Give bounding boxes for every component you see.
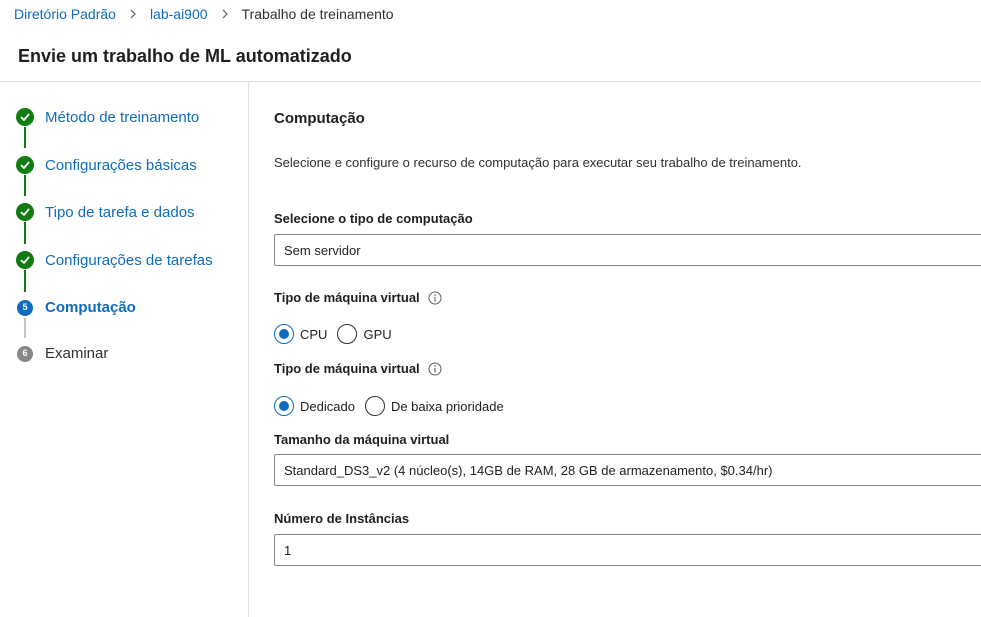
step-connector bbox=[24, 318, 26, 338]
step-task-type-data[interactable]: Tipo de tarefa e dados bbox=[16, 203, 195, 221]
radio-label: De baixa prioridade bbox=[390, 398, 504, 414]
vm-type-radio-group: CPU GPU bbox=[274, 324, 402, 344]
vm-tier-label-text: Tipo de máquina virtual bbox=[274, 361, 420, 376]
instances-label: Número de Instâncias bbox=[274, 511, 410, 526]
info-icon[interactable] bbox=[428, 291, 442, 305]
step-task-settings[interactable]: Configurações de tarefas bbox=[16, 251, 213, 269]
breadcrumb-item-directory[interactable]: Diretório Padrão bbox=[14, 6, 116, 22]
vm-type-label: Tipo de máquina virtual bbox=[274, 290, 442, 305]
step-label: Configurações básicas bbox=[45, 156, 197, 174]
checkmark-icon bbox=[16, 108, 34, 126]
instances-input[interactable]: 1 bbox=[274, 534, 981, 566]
step-connector bbox=[24, 222, 26, 244]
step-number-badge: 6 bbox=[17, 345, 33, 362]
wizard-steps: Método de treinamento Configurações bási… bbox=[0, 82, 249, 617]
radio-button bbox=[337, 324, 358, 344]
step-number-badge: 5 bbox=[17, 299, 33, 316]
step-basic-settings[interactable]: Configurações básicas bbox=[16, 156, 197, 174]
radio-button bbox=[274, 324, 294, 344]
step-label: Método de treinamento bbox=[45, 108, 200, 126]
info-icon[interactable] bbox=[428, 362, 442, 376]
chevron-right-icon bbox=[221, 5, 229, 23]
radio-label: Dedicado bbox=[300, 398, 355, 414]
step-connector bbox=[24, 270, 26, 292]
checkmark-icon bbox=[16, 203, 34, 221]
compute-type-dropdown[interactable]: Sem servidor bbox=[274, 234, 981, 266]
step-compute[interactable]: 5 Computação bbox=[16, 299, 136, 316]
step-label: Tipo de tarefa e dados bbox=[45, 203, 195, 221]
checkmark-icon bbox=[16, 251, 34, 269]
radio-gpu[interactable]: GPU bbox=[337, 324, 392, 344]
radio-low-priority[interactable]: De baixa prioridade bbox=[364, 396, 504, 416]
compute-type-label: Selecione o tipo de computação bbox=[274, 211, 473, 226]
step-training-method[interactable]: Método de treinamento bbox=[16, 108, 199, 126]
page-title: Envie um trabalho de ML automatizado bbox=[18, 46, 352, 66]
chevron-right-icon bbox=[129, 5, 137, 23]
breadcrumb: Diretório Padrão lab-ai900 Trabalho de t… bbox=[14, 5, 394, 23]
breadcrumb-item-workspace[interactable]: lab-ai900 bbox=[150, 6, 208, 22]
step-connector bbox=[24, 127, 26, 148]
vm-type-label-text: Tipo de máquina virtual bbox=[274, 290, 420, 305]
vm-size-dropdown[interactable]: Standard_DS3_v2 (4 núcleo(s), 14GB de RA… bbox=[274, 454, 981, 486]
radio-cpu[interactable]: CPU bbox=[274, 324, 327, 344]
radio-label: CPU bbox=[300, 326, 328, 342]
radio-label: GPU bbox=[363, 326, 392, 342]
step-connector bbox=[24, 175, 26, 196]
breadcrumb-current: Trabalho de treinamento bbox=[241, 6, 394, 22]
vm-tier-radio-group: Dedicado De baixa prioridade bbox=[274, 396, 514, 416]
step-label: Examinar bbox=[45, 345, 109, 362]
vm-size-label: Tamanho da máquina virtual bbox=[274, 432, 450, 447]
vm-tier-label: Tipo de máquina virtual bbox=[274, 361, 442, 376]
radio-dedicated[interactable]: Dedicado bbox=[274, 396, 355, 416]
section-description: Selecione e configure o recurso de compu… bbox=[274, 155, 802, 170]
section-title: Computação bbox=[274, 110, 365, 127]
radio-button bbox=[364, 396, 385, 416]
checkmark-icon bbox=[16, 156, 34, 174]
radio-button bbox=[274, 396, 294, 416]
step-label: Computação bbox=[45, 299, 136, 316]
step-label: Configurações de tarefas bbox=[45, 251, 213, 269]
step-review[interactable]: 6 Examinar bbox=[16, 345, 108, 362]
